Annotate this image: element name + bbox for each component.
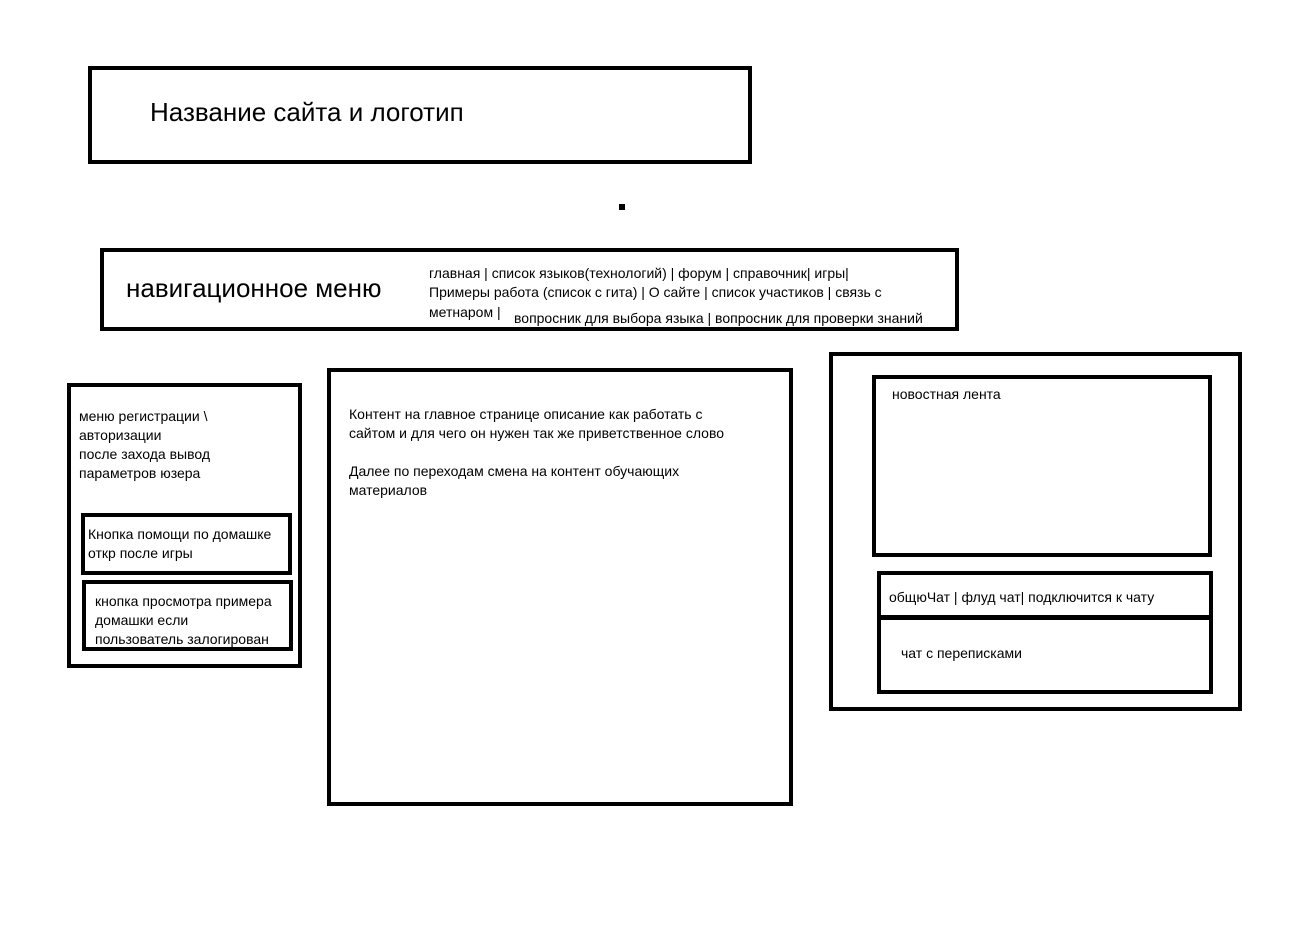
homework-example-button[interactable]: кнопка просмотра примера домашки если по… xyxy=(82,580,293,651)
nav-links-line-3a[interactable]: метнаром | xyxy=(429,303,501,322)
homework-help-label: Кнопка помощи по домашке откр после игры xyxy=(88,526,272,561)
auth-menu-text: меню регистрации \ авторизации после зах… xyxy=(79,408,211,481)
nav-menu-box: навигационное меню главная | список язык… xyxy=(100,248,959,331)
chat-tabs-box[interactable]: общюЧат | флуд чат| подключится к чату xyxy=(877,571,1213,619)
nav-links-line-2[interactable]: Примеры работа (список с гита) | О сайте… xyxy=(429,283,882,302)
site-title: Название сайта и логотип xyxy=(150,97,464,127)
header-box: Название сайта и логотип xyxy=(88,66,752,164)
auth-panel: меню регистрации \ авторизации после зах… xyxy=(67,383,302,668)
nav-links-line-1[interactable]: главная | список языков(технологий) | фо… xyxy=(429,264,849,283)
nav-links-line-3b[interactable]: вопросник для выбора языка | вопросник д… xyxy=(514,309,923,328)
nav-menu-label: навигационное меню xyxy=(126,273,382,303)
chat-tabs-label[interactable]: общюЧат | флуд чат| подключится к чату xyxy=(889,588,1154,607)
news-feed-label: новостная лента xyxy=(892,386,1001,402)
main-content-text: Контент на главное странице описание как… xyxy=(349,406,725,498)
homework-example-label: кнопка просмотра примера домашки если по… xyxy=(95,593,272,647)
dot-mark xyxy=(619,204,625,210)
main-content-box: Контент на главное странице описание как… xyxy=(327,368,793,806)
news-feed-box: новостная лента xyxy=(872,375,1212,557)
homework-help-button[interactable]: Кнопка помощи по домашке откр после игры xyxy=(81,513,292,575)
chat-area-label: чат с переписками xyxy=(901,645,1022,661)
chat-area-box[interactable]: чат с переписками xyxy=(877,616,1213,694)
right-panel: новостная лента общюЧат | флуд чат| подк… xyxy=(829,352,1242,711)
